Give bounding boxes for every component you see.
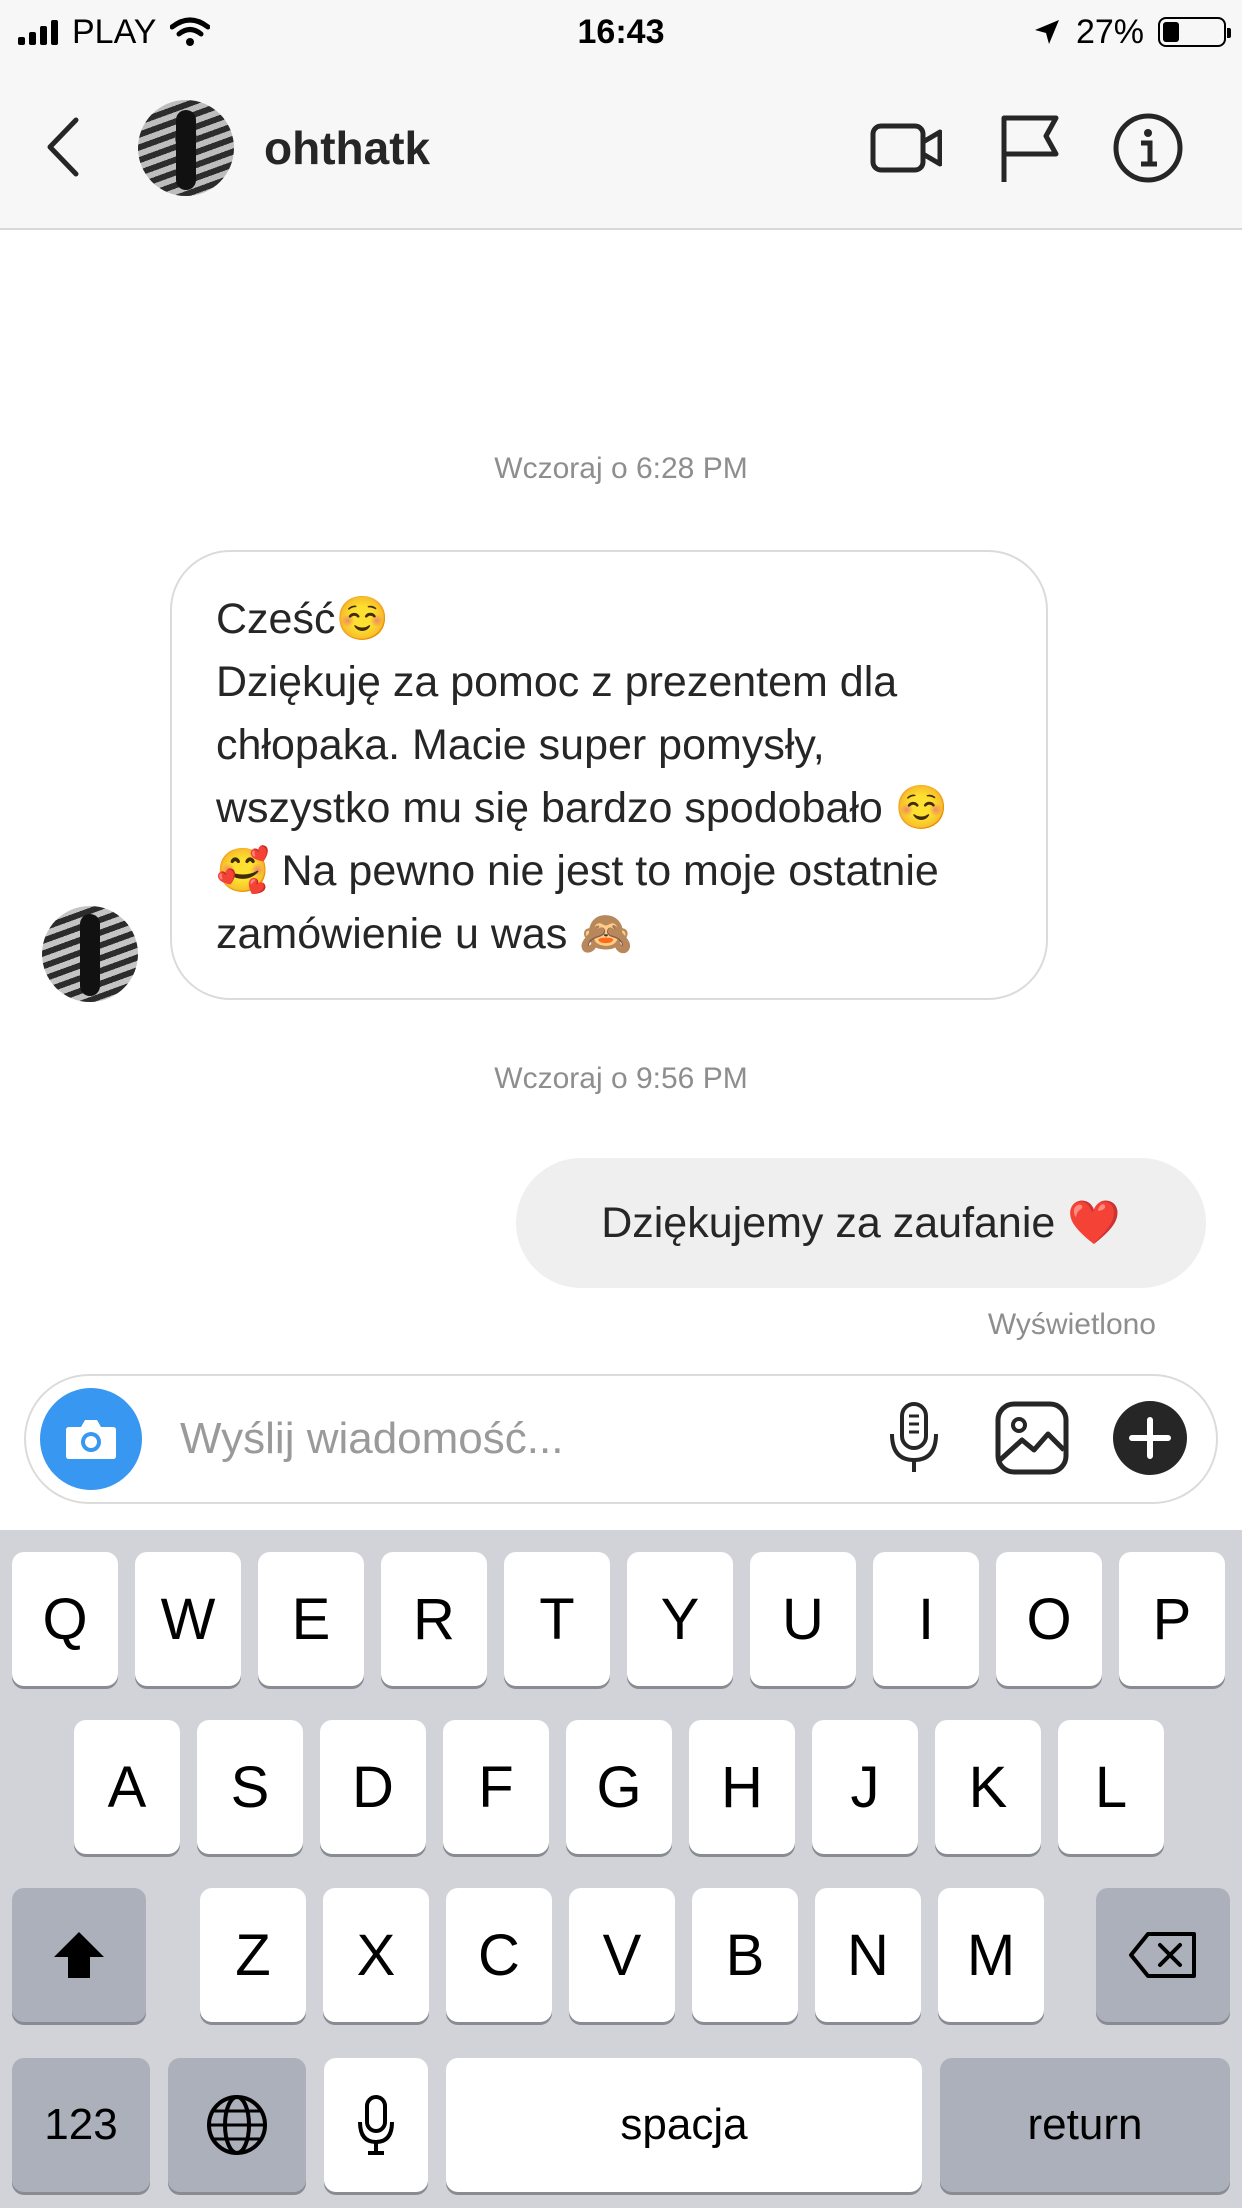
sender-avatar[interactable] [42,906,138,1002]
backspace-key[interactable] [1096,1888,1230,2022]
message-timestamp: Wczoraj o 6:28 PM [494,452,748,485]
location-arrow-icon [1034,20,1059,44]
key-t[interactable]: T [504,1552,610,1686]
key-y[interactable]: Y [627,1552,733,1686]
globe-icon [207,2095,267,2155]
info-button[interactable] [1112,112,1184,184]
keyboard: 123 spacja return QWERTYUIOP ASDFGHJKL ZXC… [0,1530,1242,2208]
shift-icon [54,1932,104,1978]
battery-icon [1158,17,1231,47]
back-chevron-icon [47,117,79,177]
key-d[interactable]: D [320,1720,426,1854]
key-i[interactable]: I [873,1552,979,1686]
gallery-icon [995,1401,1069,1475]
message-input[interactable] [180,1404,860,1474]
key-f[interactable]: F [443,1720,549,1854]
status-right: 27% [1032,10,1231,54]
plus-icon [1113,1401,1187,1475]
key-l[interactable]: L [1058,1720,1164,1854]
key-m[interactable]: M [938,1888,1044,2022]
contact-avatar[interactable] [138,100,234,196]
video-call-button[interactable] [870,112,943,184]
key-s[interactable]: S [197,1720,303,1854]
camera-icon [66,1420,116,1459]
key-r[interactable]: R [381,1552,487,1686]
key-o[interactable]: O [996,1552,1102,1686]
key-a[interactable]: A [74,1720,180,1854]
dictation-mic-icon [358,2095,394,2155]
key-u[interactable]: U [750,1552,856,1686]
message-timestamp: Wczoraj o 9:56 PM [494,1062,748,1095]
key-b[interactable]: B [692,1888,798,2022]
key-x[interactable]: X [323,1888,429,2022]
contact-username[interactable]: ohthatk [264,118,430,178]
shift-key[interactable] [12,1888,146,2022]
key-e[interactable]: E [258,1552,364,1686]
globe-key[interactable] [168,2058,306,2192]
message-composer [24,1374,1218,1504]
video-call-icon [870,123,943,173]
incoming-message-bubble[interactable]: Cześć☺️ Dziękuję za pomoc z prezentem dl… [170,550,1048,1000]
key-w[interactable]: W [135,1552,241,1686]
flag-icon [1001,115,1059,182]
key-q[interactable]: Q [12,1552,118,1686]
more-options-button[interactable] [1110,1398,1190,1478]
outgoing-message-bubble[interactable]: Dziękujemy za zaufanie ❤️ [516,1158,1206,1288]
microphone-icon [890,1402,938,1472]
back-button[interactable] [40,114,90,180]
return-key[interactable]: return [940,2058,1230,2192]
status-bar: PLAY 16:43 27% [0,0,1242,64]
dictation-key[interactable] [324,2058,428,2192]
report-button[interactable] [996,112,1068,184]
camera-button[interactable] [40,1388,142,1490]
key-p[interactable]: P [1119,1552,1225,1686]
key-k[interactable]: K [935,1720,1041,1854]
key-n[interactable]: N [815,1888,921,2022]
seen-status: Wyświetlono [987,1308,1156,1341]
battery-percent: 27% [1075,12,1144,51]
battery-level [1163,22,1179,42]
info-icon [1113,113,1183,183]
space-key[interactable]: spacja [446,2058,922,2192]
key-c[interactable]: C [446,1888,552,2022]
numbers-key[interactable]: 123 [12,2058,150,2192]
gallery-button[interactable] [992,1398,1072,1478]
key-j[interactable]: J [812,1720,918,1854]
key-g[interactable]: G [566,1720,672,1854]
key-h[interactable]: H [689,1720,795,1854]
key-z[interactable]: Z [200,1888,306,2022]
chat-header: ohthatk [0,64,1242,230]
backspace-icon [1129,1932,1196,1978]
key-v[interactable]: V [569,1888,675,2022]
voice-message-button[interactable] [874,1398,954,1478]
